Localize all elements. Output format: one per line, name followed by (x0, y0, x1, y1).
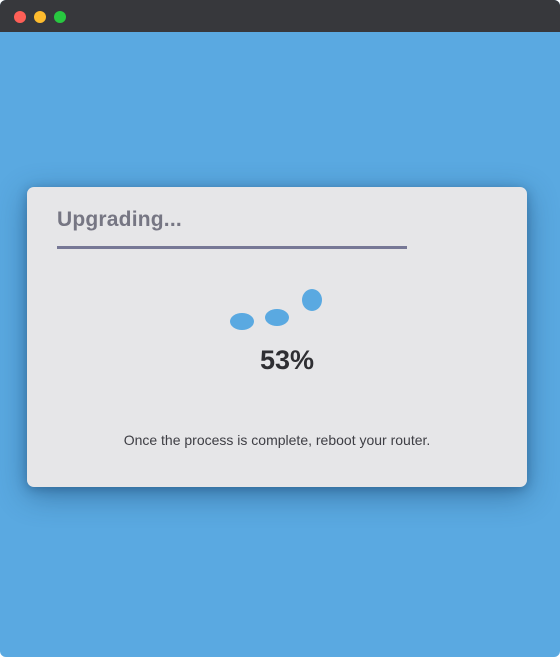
close-window-button[interactable] (14, 11, 26, 23)
app-window: Upgrading... 53% Once the process is com… (0, 0, 560, 657)
loading-dot (230, 313, 254, 330)
maximize-window-button[interactable] (54, 11, 66, 23)
title-bar (0, 0, 560, 32)
loading-dots-icon (225, 286, 325, 336)
minimize-window-button[interactable] (34, 11, 46, 23)
dialog-title: Upgrading... (57, 208, 182, 231)
upgrade-dialog: Upgrading... 53% Once the process is com… (27, 187, 527, 487)
loading-dot (265, 309, 289, 326)
loading-dot (302, 289, 322, 311)
title-underline (57, 246, 407, 249)
status-message: Once the process is complete, reboot you… (123, 432, 431, 448)
progress-percentage: 53% (259, 345, 315, 375)
